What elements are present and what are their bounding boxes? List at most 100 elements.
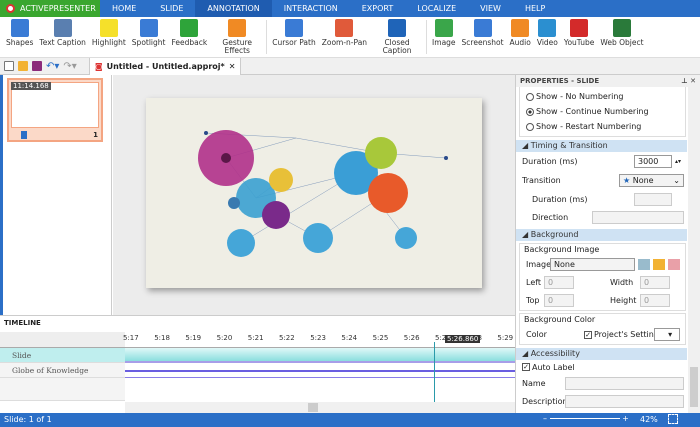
ribbon-spotlight-button[interactable]: Spotlight — [129, 17, 169, 57]
zoom-slider[interactable]: – + — [543, 414, 629, 423]
thumbnail-number: 1 — [93, 131, 98, 139]
ribbon-video-button[interactable]: Video — [534, 17, 561, 57]
save-icon[interactable] — [32, 61, 42, 71]
timeline-tracks: Slide Globe of Knowledge — [0, 348, 515, 401]
app-menu-button[interactable]: ACTIVEPRESENTER — [0, 0, 100, 17]
menu-view[interactable]: VIEW — [468, 0, 513, 17]
ribbon-label: Gesture Effects — [222, 38, 252, 55]
close-tab-icon[interactable]: ✕ — [229, 62, 236, 71]
ruler-tick: 5:17 — [123, 334, 139, 342]
menu-bar: ACTIVEPRESENTER HOME SLIDE ANNOTATION INTER… — [0, 0, 700, 17]
ribbon-gesture-button[interactable]: Gesture Effects — [210, 17, 264, 57]
slide-thumbnail-pane: 11:14.168 1 — [0, 75, 112, 315]
screenshot-icon — [473, 19, 492, 37]
top-label: Top — [526, 295, 540, 305]
pin-close-icons[interactable]: ⊥ ✕ — [681, 77, 696, 85]
height-input[interactable]: 0 — [640, 293, 670, 307]
playhead[interactable] — [434, 342, 435, 402]
auto-label-checkbox[interactable]: ✓ Auto Label — [516, 360, 700, 374]
timeline-scrollbar[interactable] — [125, 402, 515, 413]
redo-icon[interactable]: ↷▾ — [63, 61, 76, 72]
radio-icon[interactable] — [526, 107, 534, 116]
audio-marker-icon — [21, 131, 27, 139]
radio-icon[interactable] — [526, 122, 534, 131]
ribbon-highlight-button[interactable]: Highlight — [89, 17, 129, 57]
menu-home[interactable]: HOME — [100, 0, 148, 17]
project-setting-checkbox[interactable]: ✓ Project's Setting — [584, 330, 659, 339]
ribbon-label: Shapes — [6, 38, 34, 47]
section-background[interactable]: ◢ Background — [516, 229, 687, 241]
radio-restart-numbering[interactable]: Show - Restart Numbering — [520, 119, 685, 134]
undo-icon[interactable]: ↶▾ — [46, 61, 59, 72]
ribbon: Shapes Text Caption Highlight Spotlight Feed… — [0, 17, 700, 58]
ribbon-shapes-button[interactable]: Shapes — [3, 17, 36, 57]
radio-continue-numbering[interactable]: Show - Continue Numbering — [520, 104, 685, 119]
menu-localize[interactable]: LOCALIZE — [405, 0, 468, 17]
track-slide[interactable]: Slide — [0, 348, 125, 363]
playhead-time: 5:26.860 — [445, 335, 481, 343]
ribbon-audio-button[interactable]: Audio — [507, 17, 534, 57]
ribbon-cursor-path-button[interactable]: Cursor Path — [269, 17, 319, 57]
ribbon-label: Closed Caption — [382, 38, 412, 55]
status-text: Slide: 1 of 1 — [4, 415, 52, 424]
group-title: Background Color — [524, 315, 596, 324]
image-input[interactable]: None — [550, 257, 635, 271]
left-input[interactable]: 0 — [544, 275, 574, 289]
ribbon-closed-caption-button[interactable]: Closed Caption — [370, 17, 424, 57]
direction-dropdown[interactable] — [592, 210, 684, 224]
menu-help[interactable]: HELP — [513, 0, 557, 17]
track-audio[interactable]: Globe of Knowledge — [0, 363, 125, 378]
radio-label: Show - No Numbering — [536, 92, 624, 101]
ribbon-image-button[interactable]: Image — [429, 17, 459, 57]
status-bar: Slide: 1 of 1 – + 42% — [0, 413, 700, 427]
duration-spinner[interactable]: ▴▾ — [675, 158, 681, 165]
add-image-icon[interactable] — [653, 258, 665, 270]
ribbon-label: Highlight — [91, 38, 126, 47]
ribbon-separator — [266, 20, 268, 54]
ribbon-zoom-n-pan-button[interactable]: Zoom-n-Pan — [319, 17, 370, 57]
slide-track-bar[interactable] — [125, 348, 515, 363]
open-icon[interactable] — [18, 61, 28, 71]
section-timing[interactable]: ◢ Timing & Transition — [516, 140, 687, 152]
top-input[interactable]: 0 — [544, 293, 574, 307]
document-tab[interactable]: ◙ Untitled - Untitled.approj* ✕ — [88, 57, 242, 75]
ribbon-screenshot-button[interactable]: Screenshot — [459, 17, 507, 57]
app-name: ACTIVEPRESENTER — [20, 4, 96, 13]
radio-icon[interactable] — [526, 92, 534, 101]
menu-interaction[interactable]: INTERACTION — [272, 0, 350, 17]
ribbon-label: Text Caption — [39, 38, 86, 47]
ribbon-web-object-button[interactable]: Web Object — [597, 17, 646, 57]
ribbon-youtube-button[interactable]: YouTube — [561, 17, 598, 57]
color-picker[interactable]: ▾ — [654, 327, 680, 341]
remove-image-icon[interactable] — [668, 258, 680, 270]
slide-thumbnail[interactable]: 11:14.168 1 — [7, 78, 103, 142]
new-icon[interactable] — [4, 61, 14, 71]
transition-dropdown[interactable]: ★ None ⌄ — [619, 173, 684, 187]
section-accessibility[interactable]: ◢ Accessibility — [516, 348, 687, 360]
ribbon-feedback-button[interactable]: Feedback — [168, 17, 210, 57]
slide[interactable] — [146, 98, 482, 288]
duration-input[interactable]: 3000 — [634, 154, 672, 168]
menu-export[interactable]: EXPORT — [350, 0, 406, 17]
audio-waveform[interactable] — [125, 364, 515, 378]
audio-icon — [511, 19, 530, 37]
ribbon-text-caption-button[interactable]: Text Caption — [36, 17, 89, 57]
menu-slide[interactable]: SLIDE — [148, 0, 195, 17]
ruler-tick: 5:25 — [372, 334, 389, 342]
cursor-path-icon — [284, 19, 303, 37]
height-label: Height — [610, 295, 637, 305]
width-input[interactable]: 0 — [640, 275, 670, 289]
ruler-tick: 5:23 — [310, 334, 326, 342]
description-input[interactable] — [565, 394, 684, 408]
chevron-down-icon: ⌄ — [673, 175, 680, 185]
menu-annotation[interactable]: ANNOTATION — [195, 0, 272, 17]
duration-row: Duration (ms) 3000 ▴▾ — [516, 152, 700, 170]
radio-label: Show - Continue Numbering — [536, 107, 649, 116]
radio-no-numbering[interactable]: Show - No Numbering — [520, 89, 685, 104]
ruler-tick: 5:26 — [403, 334, 420, 342]
image-gallery-icon[interactable] — [638, 258, 650, 270]
fit-icon[interactable] — [668, 414, 678, 424]
ruler-tick: 5:21 — [247, 334, 264, 342]
name-input[interactable] — [565, 376, 684, 390]
sub-duration-input[interactable] — [634, 192, 672, 206]
